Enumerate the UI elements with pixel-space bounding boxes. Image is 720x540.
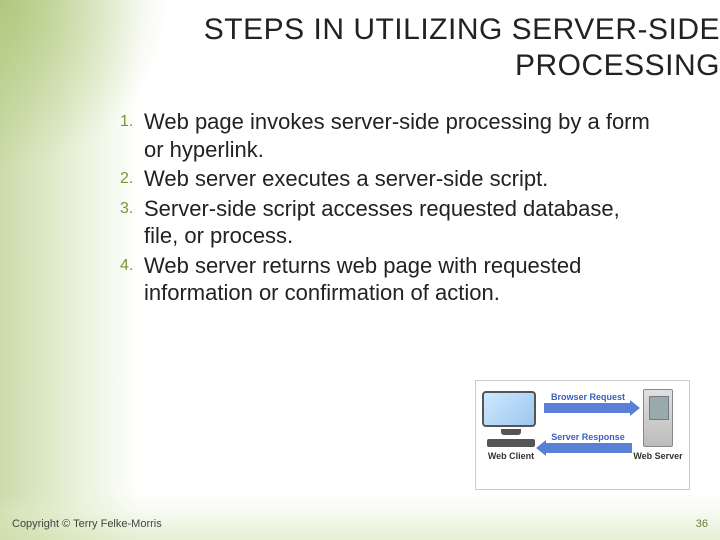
step-item: Web server executes a server-side script… xyxy=(120,165,660,193)
monitor-icon xyxy=(482,391,536,427)
web-client-icon: Web Client xyxy=(482,391,540,459)
keyboard-icon xyxy=(487,439,535,447)
web-client-label: Web Client xyxy=(482,451,540,461)
web-server-label: Web Server xyxy=(633,451,683,461)
steps-list: Web page invokes server-side processing … xyxy=(120,108,660,307)
step-item: Web server returns web page with request… xyxy=(120,252,660,307)
arrow-left-icon xyxy=(544,443,632,453)
background-bottom-gradient xyxy=(0,492,720,540)
step-item: Web page invokes server-side processing … xyxy=(120,108,660,163)
arrow-right-icon xyxy=(544,403,632,413)
client-server-diagram: Web Client Browser Request Server Respon… xyxy=(475,380,690,490)
server-response-label: Server Response xyxy=(544,433,632,442)
step-item: Server-side script accesses requested da… xyxy=(120,195,660,250)
web-server-icon: Web Server xyxy=(633,389,683,461)
monitor-stand xyxy=(501,429,521,435)
browser-request-label: Browser Request xyxy=(544,393,632,402)
slide-title: STEPS IN UTILIZING SERVER-SIDE PROCESSIN… xyxy=(100,12,720,84)
response-arrow-group: Server Response xyxy=(544,433,632,454)
copyright-footer: Copyright © Terry Felke-Morris xyxy=(12,518,162,530)
page-number: 36 xyxy=(696,518,708,530)
server-tower-icon xyxy=(643,389,673,447)
request-arrow-group: Browser Request xyxy=(544,393,632,414)
slide-body: Web page invokes server-side processing … xyxy=(120,108,660,309)
